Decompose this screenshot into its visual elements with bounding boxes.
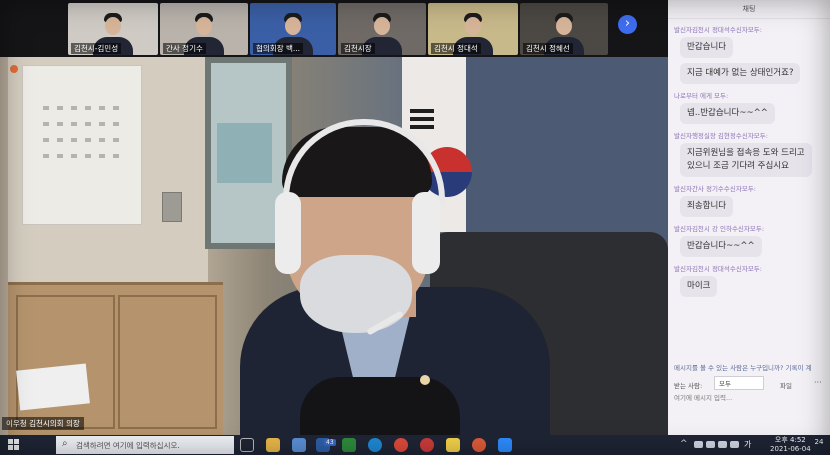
chat-file-button[interactable]: 파일 bbox=[780, 380, 792, 390]
chat-panel: 채팅 발신자김천시 정대석수신자모두: 반갑습니다 지금 대예가 없는 상태인거… bbox=[668, 0, 830, 435]
cloud-icon[interactable] bbox=[694, 441, 703, 448]
chrome-browser-icon[interactable] bbox=[394, 438, 408, 452]
chat-sender: 발신자김천시 정대석수신자모두: bbox=[674, 26, 762, 34]
participant-face bbox=[374, 17, 390, 35]
chat-header: 채팅 bbox=[668, 0, 830, 19]
chat-message: 넵..반갑습니다~~^^ bbox=[680, 103, 775, 124]
light-switch bbox=[162, 192, 182, 222]
chrome-secondary-icon[interactable] bbox=[472, 438, 486, 452]
chat-sender: 발신자행정실장 김현정수신자모두: bbox=[674, 132, 768, 140]
chat-message: 반갑습니다~~^^ bbox=[680, 236, 762, 257]
zoom-app-icon[interactable] bbox=[498, 438, 512, 452]
volume-icon[interactable] bbox=[730, 441, 739, 448]
participant-label: 김천시 정혜선 bbox=[523, 43, 573, 54]
participant-tile[interactable]: 김천시장 bbox=[338, 3, 426, 55]
participant-face bbox=[105, 17, 121, 35]
file-explorer-icon[interactable] bbox=[266, 438, 280, 452]
action-center-icon[interactable]: 24 bbox=[812, 438, 826, 451]
participant-tile[interactable]: 김천시 정혜선 bbox=[520, 3, 608, 55]
input-language-indicator[interactable]: 가 bbox=[744, 439, 751, 450]
chat-sender: 발신자김천시 강 인하수신자모두: bbox=[674, 225, 765, 233]
search-icon: ⌕ bbox=[62, 438, 68, 449]
chat-message: 지금 대예가 없는 상태인거죠? bbox=[680, 63, 801, 84]
participant-label: 협의회장 백... bbox=[253, 43, 304, 54]
participant-face bbox=[196, 17, 212, 35]
mail-icon[interactable] bbox=[292, 438, 306, 452]
chat-message-list[interactable]: 발신자김천시 정대석수신자모두: 반갑습니다 지금 대예가 없는 상태인거죠? … bbox=[668, 20, 830, 299]
speaker-video: 이우청 김천시의회 의장 bbox=[0, 57, 668, 435]
headset-right-icon bbox=[412, 192, 440, 274]
chat-more-button[interactable]: ··· bbox=[814, 378, 822, 387]
search-placeholder: 검색하려면 여기에 입력하십시오. bbox=[76, 441, 180, 450]
chat-sender: 나로부터 에게 모두: bbox=[674, 92, 729, 100]
chat-sender: 발신자간사 정기수수신자모두: bbox=[674, 185, 756, 193]
participant-label: 김천시장 bbox=[341, 43, 375, 54]
chat-message: 반갑습니다 bbox=[680, 37, 734, 58]
chat-recipient-label: 받는 사람: bbox=[674, 382, 703, 390]
clock-time: 오후 4:52 bbox=[774, 436, 806, 444]
wall-calendar bbox=[22, 65, 142, 225]
spreadsheet-icon[interactable] bbox=[342, 438, 356, 452]
chat-sender: 발신자김천시 정대석수신자모두: bbox=[674, 265, 762, 273]
wooden-cabinet bbox=[8, 282, 223, 435]
chat-input[interactable]: 여기에 메시지 입력... bbox=[674, 392, 824, 432]
chat-message: 지금위원님을 접속응 도와 드리고 있으니 조금 기다려 주십시요 bbox=[680, 143, 812, 177]
task-view-icon[interactable] bbox=[240, 438, 254, 452]
edge-browser-icon[interactable] bbox=[368, 438, 382, 452]
tray-expand-icon[interactable]: ^ bbox=[680, 439, 688, 449]
kakaotalk-icon[interactable] bbox=[446, 438, 460, 452]
participant-tile[interactable]: 김천시-김민성 bbox=[68, 3, 158, 55]
paper-stack bbox=[16, 363, 90, 411]
lapel-pin bbox=[420, 375, 430, 385]
chat-message: 마이크 bbox=[680, 276, 718, 297]
media-player-icon[interactable] bbox=[420, 438, 434, 452]
battery-icon[interactable] bbox=[706, 441, 715, 448]
clock-date: 2021-06-04 bbox=[770, 445, 811, 453]
speaker-hands bbox=[300, 377, 460, 435]
network-icon[interactable] bbox=[718, 441, 727, 448]
speaker-name-label: 이우청 김천시의회 의장 bbox=[2, 417, 84, 430]
chat-message: 죄송합니다 bbox=[680, 196, 734, 217]
chat-recipient-select[interactable]: 모두 bbox=[714, 376, 764, 390]
participant-label: 김천시 정대석 bbox=[431, 43, 481, 54]
participant-tile[interactable]: 협의회장 백... bbox=[250, 3, 336, 55]
participant-tile[interactable]: 간사 정기수 bbox=[160, 3, 248, 55]
participant-face bbox=[465, 17, 481, 35]
windows-start-icon[interactable] bbox=[8, 439, 20, 451]
participant-label: 김천시-김민성 bbox=[71, 43, 122, 54]
participant-strip: 김천시-김민성 간사 정기수 협의회장 백... 김천시장 김천시 정대석 김천… bbox=[0, 0, 668, 57]
windows-taskbar: ⌕ 검색하려면 여기에 입력하십시오. 43 ^ 가 오후 4:52 2021-… bbox=[0, 435, 830, 455]
recording-dot-icon bbox=[10, 65, 18, 73]
notification-badge: 43 bbox=[324, 439, 336, 446]
notification-count: 24 bbox=[814, 438, 824, 446]
participant-face bbox=[556, 17, 572, 35]
headset-left-icon bbox=[275, 192, 301, 274]
taskbar-clock[interactable]: 오후 4:52 2021-06-04 bbox=[770, 436, 811, 454]
taskbar-search-box[interactable]: ⌕ 검색하려면 여기에 입력하십시오. bbox=[56, 436, 234, 454]
chat-visibility-hint[interactable]: 메시지를 볼 수 있는 사람은 누구입니까? 기록이 계 bbox=[674, 362, 812, 372]
participant-label: 간사 정기수 bbox=[163, 43, 206, 54]
participant-face bbox=[285, 17, 301, 35]
face-mask bbox=[300, 255, 412, 333]
chevron-right-icon[interactable]: › bbox=[618, 15, 637, 34]
participant-tile[interactable]: 김천시 정대석 bbox=[428, 3, 518, 55]
